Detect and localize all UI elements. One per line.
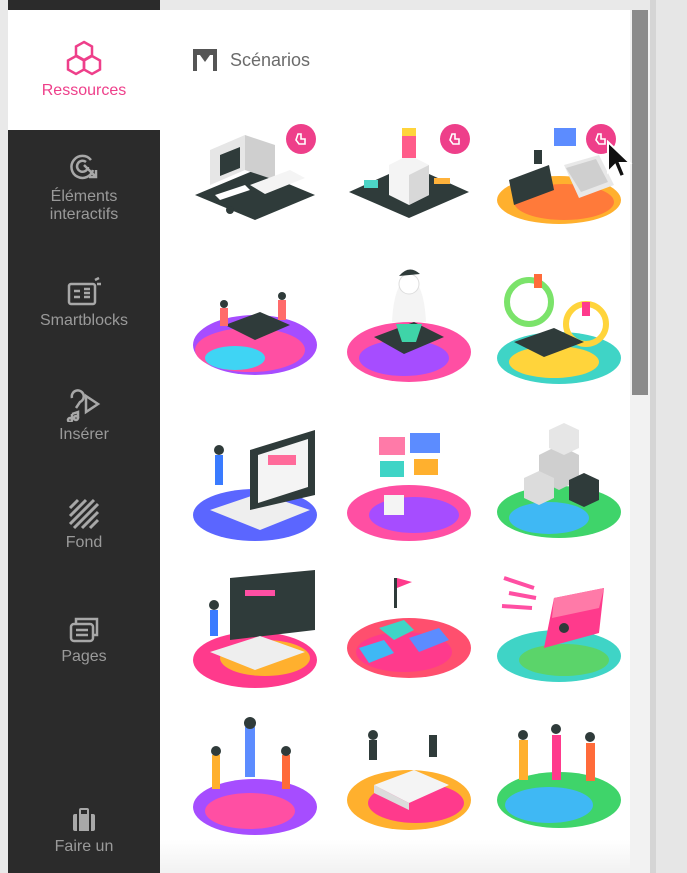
scenario-tile[interactable] [344,715,474,835]
scenario-tile[interactable] [344,110,474,230]
sidebar-item-inserer[interactable]: Insérer [8,388,160,458]
scenario-tile[interactable] [494,715,624,835]
sidebar: Ressources Éléments interactifs Smartblo… [8,10,160,873]
section-title: Scénarios [230,49,311,70]
bottom-fade [160,840,630,873]
sidebar-item-label: Smartblocks [39,312,129,329]
sidebar-item-label: Faire un [54,838,114,855]
sidebar-item-label: Insérer [59,426,109,443]
sidebar-item-label: Éléments interactifs [49,188,119,223]
group-people-illustration [193,717,317,835]
giant-person-phone-illustration [347,269,471,382]
scenario-tile[interactable] [494,110,624,230]
scenario-tile[interactable] [494,262,624,384]
boxes-stack-illustration [497,423,621,538]
canvas-edge [650,0,687,873]
sidebar-item-label: Fond [65,534,103,551]
briefcase-icon [73,808,95,831]
scenario-tile[interactable] [344,262,474,382]
click-target-icon [70,154,98,180]
premium-badge [440,124,470,154]
scenario-tile[interactable] [344,568,474,688]
sidebar-item-label: Pages [61,648,107,665]
puzzle-pieces-illustration [347,578,471,678]
hand-pointer-icon [449,133,460,145]
table-collab-illustration [347,730,471,830]
chat-bubbles-illustration [497,274,621,384]
smartblock-icon [67,276,101,306]
sidebar-item-label: Ressources [41,82,127,99]
scenario-frame-icon [193,49,217,71]
scenario-tile[interactable] [494,568,624,688]
classroom-board-illustration [193,570,317,688]
sidebar-item-pages[interactable]: Pages [8,614,160,684]
media-insert-icon [66,389,101,422]
sidebar-item-smartblocks[interactable]: Smartblocks [8,276,160,346]
scenario-tile[interactable] [190,110,320,230]
scenario-tile[interactable] [494,420,624,540]
sidebar-item-faire-un[interactable]: Faire un [8,806,160,873]
hatched-background-icon [68,498,100,530]
section-header: Scénarios [192,48,310,72]
scenario-tile[interactable] [190,715,320,835]
pencil-rocket-illustration [497,576,621,682]
sidebar-item-ressources[interactable]: Ressources [8,10,160,130]
scenario-tile[interactable] [190,425,320,545]
scenario-tile[interactable] [344,425,474,545]
premium-badge [286,124,316,154]
scenario-tile[interactable] [190,570,320,690]
hand-pointer-icon [295,133,306,145]
sidebar-item-elements-interactifs[interactable]: Éléments interactifs [8,150,160,240]
scrollbar-thumb[interactable] [632,10,648,395]
team-meeting-illustration [193,292,317,375]
sidebar-item-fond[interactable]: Fond [8,498,160,568]
teacher-laptop-illustration [193,430,317,541]
mouse-cursor-icon [607,140,633,179]
scenario-tile[interactable] [190,270,320,390]
media-screens-illustration [347,433,471,541]
pages-stack-icon [69,617,99,643]
hexagon-cluster-icon [66,40,102,76]
team-celebration-illustration [497,724,621,828]
